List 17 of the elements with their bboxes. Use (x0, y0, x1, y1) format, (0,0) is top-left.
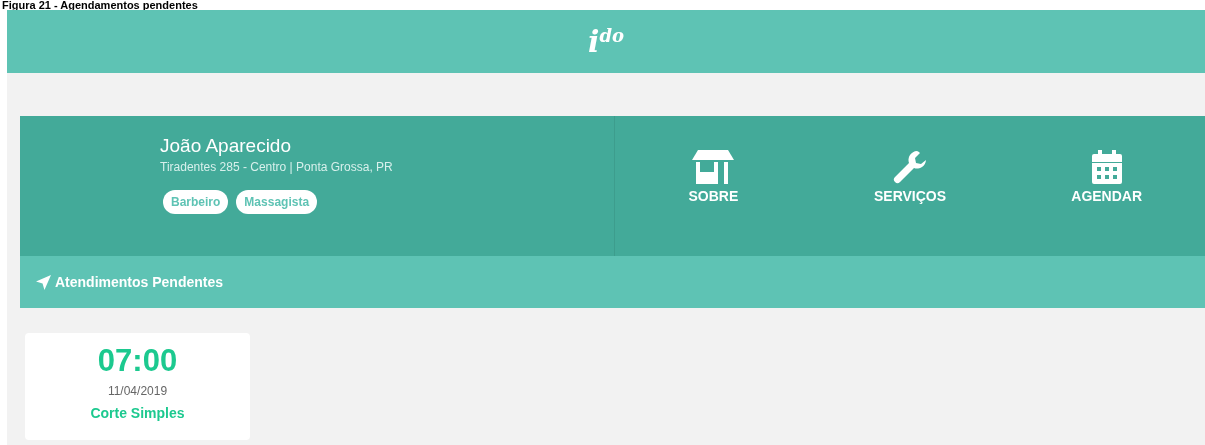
calendar-icon (1091, 150, 1122, 184)
navigation-arrow-icon (36, 274, 51, 290)
category-tag: Massagista (236, 190, 318, 214)
figure-caption: Figura 21 - Agendamentos pendentes (2, 0, 198, 10)
nav-button[interactable]: SERVIÇOS (811, 150, 1009, 212)
profile-name: João Aparecido (160, 134, 292, 158)
appointment-card[interactable]: 07:00 11/04/2019 Corte Simples (25, 333, 250, 440)
appointment-date: 11/04/2019 (107, 383, 168, 400)
nav-button[interactable]: AGENDAR (1008, 150, 1205, 212)
profile-address: Tiradentes 285 - Centro | Ponta Grossa, PR (160, 159, 394, 176)
nav-button[interactable]: SOBRE (615, 150, 812, 212)
store-icon (692, 150, 735, 184)
wrench-icon (893, 150, 927, 184)
appointment-service: Corte Simples (90, 404, 185, 423)
section-title: Atendimentos Pendentes (55, 272, 224, 292)
category-tag: Barbeiro (163, 190, 229, 214)
appointment-time: 07:00 (97, 343, 178, 379)
